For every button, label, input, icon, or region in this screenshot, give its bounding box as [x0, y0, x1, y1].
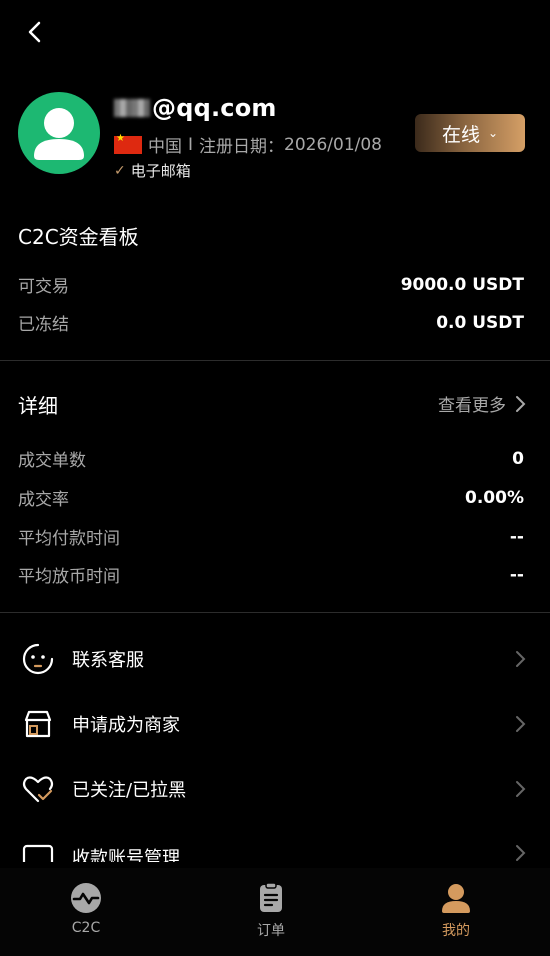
tab-label: 订单: [257, 923, 285, 939]
verification-row: ✓ 电子邮箱: [114, 160, 191, 181]
detail-row-avg-release-time: 平均放币时间 --: [18, 562, 524, 588]
menu-item-customer-service[interactable]: 联系客服: [20, 631, 528, 687]
chevron-left-icon: [28, 21, 41, 43]
profile-header: @qq.com 中国 I 注册日期： 2026/01/08 ✓ 电子邮箱 在线 …: [18, 92, 528, 182]
row-label: 可交易: [18, 277, 69, 297]
bottom-tab-bar: C2C 订单 我的: [0, 868, 550, 956]
tab-profile[interactable]: 我的: [416, 882, 496, 946]
row-label: 已冻结: [18, 315, 69, 335]
status-label: 在线: [441, 123, 480, 146]
view-more-label: 查看更多: [438, 396, 506, 416]
heart-check-icon: [20, 771, 56, 807]
profile-icon: [442, 884, 470, 913]
row-value: --: [509, 526, 524, 547]
row-value: 0.00%: [465, 487, 524, 508]
register-date-label: 注册日期：: [199, 137, 285, 157]
meta-row: 中国 I 注册日期： 2026/01/08: [114, 132, 382, 157]
menu-label: 联系客服: [72, 650, 144, 671]
divider: [0, 360, 550, 361]
tab-c2c[interactable]: C2C: [46, 882, 126, 946]
row-value: 0: [512, 448, 524, 469]
email-row: @qq.com: [114, 94, 277, 122]
chevron-right-icon: [516, 716, 526, 732]
verification-text: 电子邮箱: [130, 162, 191, 180]
view-more-link[interactable]: 查看更多: [438, 391, 526, 416]
chevron-right-icon: [516, 845, 526, 861]
tab-label: C2C: [71, 920, 101, 936]
tab-label: 我的: [442, 923, 470, 939]
row-label: 成交率: [18, 490, 69, 510]
chevron-right-icon: [516, 781, 526, 797]
menu-item-payment-accounts[interactable]: 收款账号管理: [20, 826, 528, 862]
detail-row-avg-pay-time: 平均付款时间 --: [18, 524, 524, 550]
c2c-icon: [71, 883, 101, 913]
divider: [0, 612, 550, 613]
row-value: 9000.0 USDT: [400, 274, 524, 295]
row-label: 成交单数: [18, 451, 86, 471]
c2c-row-frozen: 已冻结 0.0 USDT: [18, 310, 524, 336]
c2c-board-title: C2C资金看板: [18, 225, 139, 249]
menu-item-become-merchant[interactable]: 申请成为商家: [20, 696, 528, 752]
email-text: @qq.com: [152, 94, 277, 122]
avatar: [18, 92, 100, 174]
chevron-down-icon: ⌄: [487, 126, 499, 140]
row-value: 0.0 USDT: [436, 312, 524, 333]
detail-row-orders: 成交单数 0: [18, 446, 524, 472]
meta-separator: I: [188, 134, 194, 155]
shop-icon: [20, 706, 56, 742]
menu-label: 已关注/已拉黑: [72, 780, 187, 801]
check-icon: ✓: [114, 162, 126, 179]
payment-account-icon: [20, 840, 56, 862]
row-label: 平均放币时间: [18, 567, 120, 587]
row-value: --: [509, 564, 524, 585]
detail-row-completion-rate: 成交率 0.00%: [18, 485, 524, 511]
row-label: 平均付款时间: [18, 529, 120, 549]
menu-item-follow-block[interactable]: 已关注/已拉黑: [20, 761, 528, 817]
menu-label: 收款账号管理: [72, 848, 180, 862]
masked-email-prefix: [114, 99, 150, 117]
chevron-right-icon: [516, 651, 526, 667]
online-status-button[interactable]: 在线 ⌄: [415, 114, 525, 152]
tab-orders[interactable]: 订单: [231, 882, 311, 946]
details-title: 详细: [18, 394, 58, 418]
register-date-value: 2026/01/08: [284, 134, 382, 155]
back-button[interactable]: [20, 18, 50, 48]
customer-service-icon: [20, 641, 56, 677]
country-text: 中国: [148, 137, 182, 157]
menu-label: 申请成为商家: [72, 715, 180, 736]
chevron-right-icon: [516, 395, 526, 412]
orders-icon: [260, 882, 282, 912]
china-flag-icon: [114, 133, 142, 154]
c2c-row-tradable: 可交易 9000.0 USDT: [18, 272, 524, 298]
